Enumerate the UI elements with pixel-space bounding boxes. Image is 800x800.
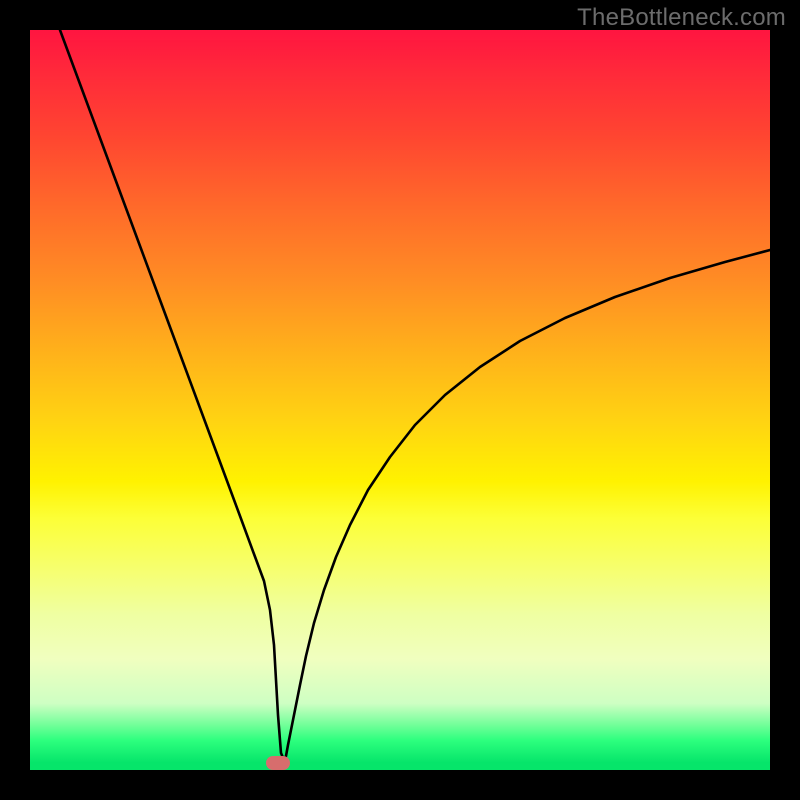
optimum-marker xyxy=(266,756,290,770)
watermark-text: TheBottleneck.com xyxy=(577,4,786,32)
bottleneck-curve xyxy=(30,30,770,770)
